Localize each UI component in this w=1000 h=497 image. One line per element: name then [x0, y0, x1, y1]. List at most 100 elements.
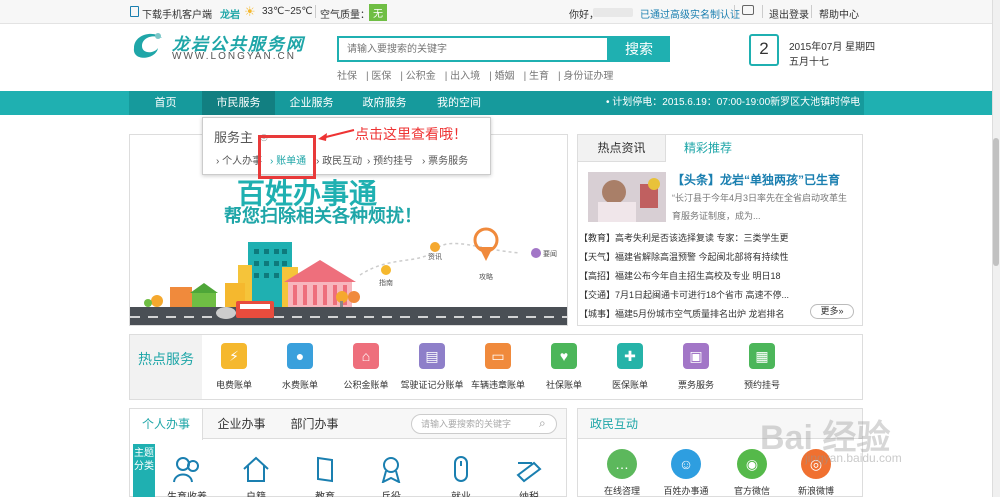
- book-icon: [317, 456, 333, 483]
- logo-url: WWW.LONGYAN.CN: [172, 51, 296, 62]
- news-item[interactable]: 【天气】福建省解除高温预警 今起闽北部将有持续性: [579, 250, 789, 263]
- notice-ticker[interactable]: • 计划停电：2015.6.19：07:00-19:00新罗区大池镇时停电: [606, 91, 860, 115]
- chat-icon: …: [607, 449, 637, 479]
- quick-link[interactable]: 生育: [529, 71, 549, 82]
- air-quality-badge: 无: [369, 4, 387, 21]
- hospital-icon: ▦: [749, 343, 775, 369]
- temperature: 33℃~25℃: [262, 6, 313, 17]
- dropdown-item-tickets[interactable]: › 票务服务: [422, 152, 468, 167]
- quick-links: 社保 | 医保 | 公积金 | 出入境 | 婚姻 | 生育 | 身份证办理: [337, 71, 614, 82]
- dropdown-item-interaction[interactable]: › 政民互动: [316, 152, 362, 167]
- affair-household[interactable]: 户籍: [226, 455, 286, 497]
- quick-link[interactable]: 医保: [371, 71, 391, 82]
- logo-icon: [133, 33, 162, 58]
- news-item[interactable]: 【城事】福建5月份城市空气质量排名出炉 龙岩排名: [579, 307, 785, 320]
- service-water-bill[interactable]: ● 水费账单: [265, 343, 335, 391]
- city-name[interactable]: 龙岩: [220, 6, 240, 21]
- service-traffic-violation-bill[interactable]: ▭ 车辆违章账单: [463, 343, 533, 391]
- top-bar: 下载手机客户端 龙岩 ☀ 33℃~25℃ 空气质量： 无 你好， 已通过高级实名…: [0, 0, 992, 24]
- affair-military[interactable]: 兵役: [361, 455, 421, 497]
- page: 下载手机客户端 龙岩 ☀ 33℃~25℃ 空气质量： 无 你好， 已通过高级实名…: [0, 0, 1000, 497]
- water-drop-icon: ●: [287, 343, 313, 369]
- hot-services-label: 热点服务: [130, 335, 202, 399]
- logout-link[interactable]: 退出登录: [769, 6, 809, 21]
- quick-link[interactable]: 身份证办理: [563, 71, 613, 82]
- nav-my-space[interactable]: 我的空间: [421, 91, 497, 115]
- quick-link[interactable]: 社保: [337, 71, 357, 82]
- nav-government-service[interactable]: 政府服务: [348, 91, 421, 115]
- watermark-url: jingyan.baidu.com: [805, 451, 902, 465]
- affair-education[interactable]: 教育: [295, 455, 355, 497]
- online-consult[interactable]: … 在线咨理: [589, 449, 655, 497]
- scrollbar-thumb[interactable]: [993, 138, 999, 266]
- news-item[interactable]: 【交通】7月1日起闽通卡可进行18个省市 高速不停...: [579, 288, 789, 301]
- nav-citizen-service[interactable]: 市民服务: [202, 91, 275, 115]
- quick-link[interactable]: 公积金: [406, 71, 436, 82]
- affair-employment[interactable]: 就业: [431, 455, 491, 497]
- news-item[interactable]: 【教育】高考失利是否该选择复读 专家：三类学生更: [579, 231, 789, 244]
- service-medical-insurance-bill[interactable]: ✚ 医保账单: [595, 343, 665, 391]
- search-box[interactable]: [337, 36, 609, 62]
- username-blurred: [593, 8, 633, 17]
- headline-summary: “长汀县于今年4月3日率先在全省启动攻革生: [672, 193, 848, 203]
- message-icon[interactable]: [742, 5, 754, 15]
- nav-enterprise-service[interactable]: 企业服务: [275, 91, 348, 115]
- service-tickets[interactable]: ▣ 票务服务: [661, 343, 731, 391]
- pin-guide-label: 指南: [379, 278, 393, 287]
- search-button[interactable]: 搜索: [608, 36, 670, 62]
- pin-news-icon: [430, 242, 440, 252]
- verified-status[interactable]: 已通过高级实名制认证: [640, 6, 740, 21]
- tab-recommend[interactable]: 精彩推荐: [666, 135, 862, 162]
- service-appointment[interactable]: ▦ 预约挂号: [727, 343, 797, 391]
- help-center-link[interactable]: 帮助中心: [819, 6, 859, 21]
- tab-department-affairs[interactable]: 部门办事: [278, 409, 351, 439]
- pin-strategy-label: 攻略: [479, 272, 493, 281]
- highlight-box: [258, 135, 316, 179]
- air-quality-label: 空气质量：: [320, 10, 370, 21]
- more-button[interactable]: 更多»: [810, 304, 854, 319]
- lunar-date: 五月十七: [789, 57, 829, 68]
- banner-headline: 百姓办事通: [237, 178, 377, 209]
- headline-summary: 育服务证制度，成为...: [672, 211, 761, 221]
- citizen-service-app[interactable]: ☺ 百姓办事通: [653, 449, 719, 497]
- affairs-search-input[interactable]: 请输入要搜索的关键字: [411, 414, 557, 434]
- affair-birth-adoption[interactable]: 生育收养: [157, 455, 217, 497]
- download-app-link[interactable]: 下载手机客户端: [142, 6, 212, 21]
- tab-personal-affairs[interactable]: 个人办事: [130, 409, 203, 440]
- shield-icon: ♥: [551, 343, 577, 369]
- service-social-security-bill[interactable]: ♥ 社保账单: [529, 343, 599, 391]
- dropdown-item-personal[interactable]: › 个人办事: [216, 152, 262, 167]
- dropdown-item-appointment[interactable]: › 预约挂号: [367, 152, 413, 167]
- tab-enterprise-affairs[interactable]: 企业办事: [205, 409, 278, 439]
- bus-icon: [236, 301, 274, 318]
- news-item[interactable]: 【高招】福建公布今年自主招生高校及专业 明日18: [579, 269, 781, 282]
- ticket-icon: ▣: [683, 343, 709, 369]
- weather-sun-icon: ☀: [244, 4, 256, 19]
- user-icon: ☺: [671, 449, 701, 479]
- quick-link[interactable]: 出入境: [450, 71, 480, 82]
- medal-icon: [381, 457, 401, 484]
- house-icon: ⌂: [353, 343, 379, 369]
- pin-news-label: 资讯: [428, 252, 442, 261]
- search-input[interactable]: [339, 38, 607, 60]
- headline-thumbnail[interactable]: [588, 172, 666, 222]
- service-fund-bill[interactable]: ⌂ 公积金账单: [331, 343, 401, 391]
- calendar-icon: 2: [749, 34, 779, 66]
- service-electricity-bill[interactable]: ⚡ 电费账单: [199, 343, 269, 391]
- quick-link[interactable]: 婚姻: [495, 71, 515, 82]
- lightning-icon: ⚡: [221, 343, 247, 369]
- tax-icon: [516, 461, 542, 483]
- nav-home[interactable]: 首页: [129, 91, 202, 115]
- headline-title[interactable]: 【头条】龙岩“单独两孩”已生育: [672, 171, 840, 188]
- calendar-day: 2: [759, 39, 769, 58]
- id-card-icon: ▤: [419, 343, 445, 369]
- home-icon: [243, 456, 269, 482]
- service-license-points-bill[interactable]: ▤ 驾驶证记分账单: [397, 343, 467, 391]
- affair-taxation[interactable]: 纳税: [499, 455, 559, 497]
- mouse-icon: [454, 456, 468, 482]
- tab-hot-news[interactable]: 热点资讯: [578, 135, 666, 162]
- pin-headline-label: 要闻: [543, 249, 557, 258]
- search-icon[interactable]: ⌕: [539, 416, 546, 431]
- date-line: 2015年07月 星期四: [789, 42, 876, 53]
- topic-category-label: 主题分类: [133, 444, 155, 497]
